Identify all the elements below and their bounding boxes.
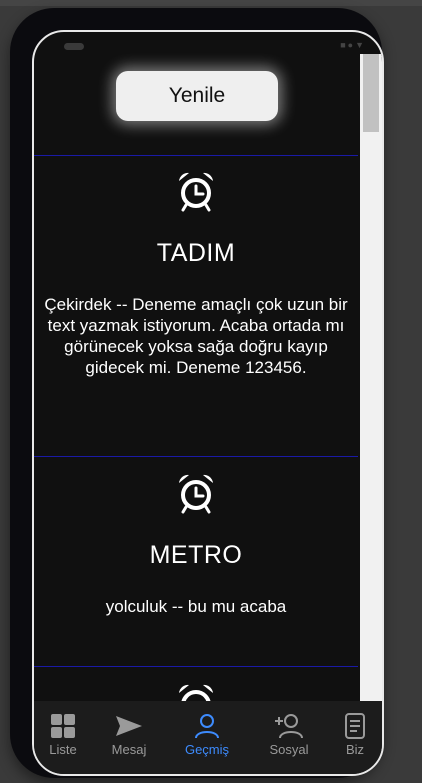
grid-icon [51,714,75,738]
card-title: METRO [149,541,243,569]
tab-label: Sosyal [269,742,309,757]
tab-gecmis[interactable]: Geçmiş [172,713,242,757]
history-card-partial[interactable] [34,667,358,702]
history-card[interactable]: TADIM Çekirdek -- Deneme amaçlı çok uzun… [34,156,358,457]
tab-label: Geçmiş [184,742,230,757]
bottom-tab-bar: Liste Mesaj Geçmiş Sosyal Biz [34,701,382,774]
tab-biz[interactable]: Biz [320,713,382,757]
tab-label: Biz [345,742,365,757]
window-top-strip [0,0,422,6]
send-icon [116,716,142,736]
tab-label: Mesaj [111,742,147,757]
phone-frame: ■●▼ Yenile TADIM Çekirdek -- Deneme amaç… [10,8,384,778]
add-user-icon [275,714,303,739]
card-description: Çekirdek -- Deneme amaçlı çok uzun bir t… [44,295,348,377]
phone-screen: ■●▼ Yenile TADIM Çekirdek -- Deneme amaç… [32,30,384,776]
tab-sosyal[interactable]: Sosyal [254,713,324,757]
history-list[interactable]: Yenile TADIM Çekirdek -- Deneme amaçlı ç… [34,32,358,702]
scrollbar-thumb[interactable] [363,54,379,132]
refresh-section: Yenile [34,32,358,156]
alarm-clock-icon [179,172,213,212]
alarm-clock-icon [179,474,213,514]
card-description: yolculuk -- bu mu acaba [105,597,287,616]
alarm-clock-icon [179,684,213,702]
tab-label: Liste [49,742,77,757]
card-title: TADIM [156,239,236,267]
history-card[interactable]: METRO yolculuk -- bu mu acaba [34,457,358,667]
refresh-button[interactable]: Yenile [116,71,278,121]
user-icon [195,714,219,739]
scrollbar[interactable] [360,54,382,702]
tab-mesaj[interactable]: Mesaj [94,713,164,757]
tab-liste[interactable]: Liste [34,713,98,757]
document-icon [345,713,365,739]
